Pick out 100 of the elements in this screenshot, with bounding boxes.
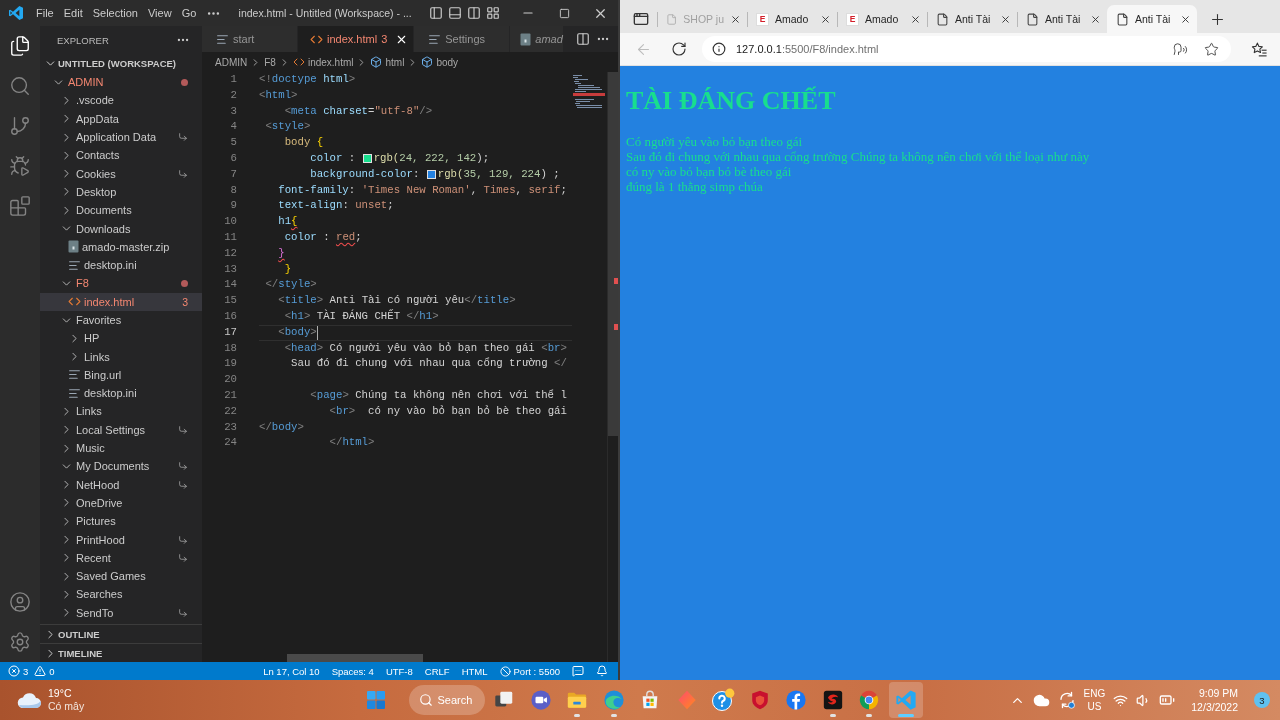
color-swatch-icon[interactable] — [362, 154, 372, 164]
weather-condition[interactable]: Có mây — [48, 700, 85, 713]
cloud-icon[interactable] — [16, 691, 42, 709]
panel-layout-icon[interactable] — [448, 6, 462, 20]
star-icon[interactable] — [1204, 41, 1219, 57]
close-icon[interactable] — [820, 13, 831, 25]
close-icon[interactable] — [1000, 13, 1011, 25]
split-editor-icon[interactable] — [576, 32, 590, 46]
address-field[interactable]: 127.0.0.1:5500/F8/index.html — [702, 36, 1231, 62]
status-item[interactable]: HTML — [461, 665, 488, 677]
close-icon[interactable] — [1180, 13, 1191, 25]
tree-item[interactable]: amado-master.zip — [40, 237, 202, 256]
sidebar-layout-icon[interactable] — [429, 6, 443, 20]
battery-icon[interactable] — [1159, 692, 1176, 708]
minimap[interactable] — [572, 74, 605, 110]
warning-icon[interactable] — [34, 665, 47, 677]
workspace-header[interactable]: UNTITLED (WORKSPACE) — [40, 54, 202, 73]
tree-item[interactable]: Contacts — [40, 146, 202, 165]
sync-icon[interactable] — [1057, 691, 1076, 709]
weather-temperature[interactable]: 19°C — [48, 687, 85, 700]
tree-item[interactable]: desktop.ini — [40, 255, 202, 275]
close-icon[interactable] — [730, 13, 741, 25]
tree-item[interactable]: ADMIN — [40, 73, 202, 92]
window-icon[interactable] — [633, 11, 649, 27]
files-icon[interactable] — [9, 35, 31, 57]
menu-item[interactable]: Selection — [87, 2, 143, 24]
branch-icon[interactable] — [9, 115, 31, 137]
tree-item[interactable]: Local Settings — [40, 420, 202, 439]
editor-tab[interactable]: index.html 3 — [298, 26, 415, 52]
tree-item[interactable]: My Documents — [40, 457, 202, 476]
breadcrumb[interactable]: body — [421, 56, 459, 68]
tree-item[interactable]: Favorites — [40, 310, 202, 330]
browser-tab[interactable]: Anti Tài — [1107, 5, 1197, 33]
chat-icon[interactable] — [572, 665, 584, 677]
tree-item[interactable]: NetHood — [40, 475, 202, 494]
tree-item[interactable]: Desktop — [40, 182, 202, 202]
split-layout-icon[interactable] — [467, 6, 481, 20]
refresh-icon[interactable] — [671, 41, 687, 57]
tree-item[interactable]: Bing.url — [40, 365, 202, 385]
browser-tab[interactable]: Anti Tài — [1017, 5, 1107, 33]
scrollbar-thumb[interactable] — [608, 72, 618, 436]
breadcrumb[interactable]: ADMIN — [215, 56, 248, 68]
scrollbar-thumb[interactable] — [287, 653, 423, 662]
grid-layout-icon[interactable] — [486, 6, 500, 20]
tree-item[interactable]: Documents — [40, 201, 202, 220]
breadcrumb[interactable]: html — [370, 56, 405, 68]
editor-logo-icon[interactable] — [8, 5, 24, 21]
tree-item[interactable]: Links — [40, 402, 202, 421]
tree-item[interactable]: Pictures — [40, 512, 202, 531]
tree-item[interactable]: HP — [40, 329, 202, 348]
star-list-icon[interactable] — [1251, 40, 1268, 58]
settings-icon[interactable] — [9, 631, 31, 653]
menu-item[interactable]: File — [31, 2, 59, 24]
info-icon[interactable] — [712, 42, 726, 56]
account-icon[interactable] — [9, 591, 31, 613]
speech-icon[interactable] — [1173, 41, 1188, 57]
menu-item[interactable]: Go — [176, 2, 202, 24]
close-icon[interactable] — [1090, 13, 1101, 25]
color-swatch-icon[interactable] — [426, 170, 436, 180]
close-icon[interactable] — [910, 13, 921, 25]
tree-item[interactable]: Recent — [40, 548, 202, 567]
status-item[interactable]: UTF-8 — [385, 665, 413, 677]
tree-item[interactable]: AppData — [40, 109, 202, 128]
browser-tab[interactable]: E Amado — [747, 5, 837, 33]
tree-item[interactable]: index.html 3 — [40, 292, 202, 311]
status-item[interactable]: Spaces: 4 — [331, 665, 374, 677]
bell-icon[interactable] — [596, 665, 608, 677]
tree-item[interactable]: Searches — [40, 585, 202, 604]
wifi-icon[interactable] — [1113, 692, 1129, 708]
breadcrumb[interactable]: index.html — [292, 56, 354, 68]
tree-item[interactable]: Music — [40, 438, 202, 458]
error-count[interactable]: 3 — [23, 665, 29, 677]
tree-item[interactable]: Downloads — [40, 219, 202, 238]
tree-item[interactable]: Application Data — [40, 127, 202, 147]
tree-item[interactable]: Cookies — [40, 164, 202, 183]
tree-item[interactable]: SendTo — [40, 603, 202, 622]
editor-tab[interactable]: Settings — [414, 26, 511, 52]
tree-item[interactable]: OneDrive — [40, 493, 202, 513]
menu-item[interactable]: Edit — [58, 2, 88, 24]
blocks-icon[interactable] — [9, 195, 31, 217]
status-item[interactable]: Ln 17, Col 10 — [263, 665, 320, 677]
vertical-scrollbar[interactable] — [607, 72, 618, 662]
tree-item[interactable]: .vscode — [40, 91, 202, 110]
browser-tab[interactable]: Anti Tài — [927, 5, 1017, 33]
menu-item[interactable]: View — [142, 2, 177, 24]
search-icon[interactable] — [9, 75, 31, 97]
status-item[interactable]: CRLF — [424, 665, 450, 677]
maximize-icon[interactable] — [558, 7, 570, 19]
notification-count[interactable]: 3 — [1254, 692, 1270, 708]
tree-item[interactable]: F8 — [40, 274, 202, 293]
tree-item[interactable]: desktop.ini — [40, 384, 202, 403]
editor-tab[interactable]: start — [202, 26, 298, 52]
bug-play-icon[interactable] — [9, 155, 31, 177]
breadcrumb[interactable]: F8 — [264, 56, 276, 68]
editor-tab[interactable]: amad — [510, 26, 564, 52]
tree-item[interactable]: Saved Games — [40, 567, 202, 586]
port-status[interactable]: Port : 5500 — [499, 665, 560, 677]
error-icon[interactable] — [8, 665, 20, 677]
tree-item[interactable]: PrintHood — [40, 530, 202, 549]
warning-count[interactable]: 0 — [49, 665, 55, 677]
